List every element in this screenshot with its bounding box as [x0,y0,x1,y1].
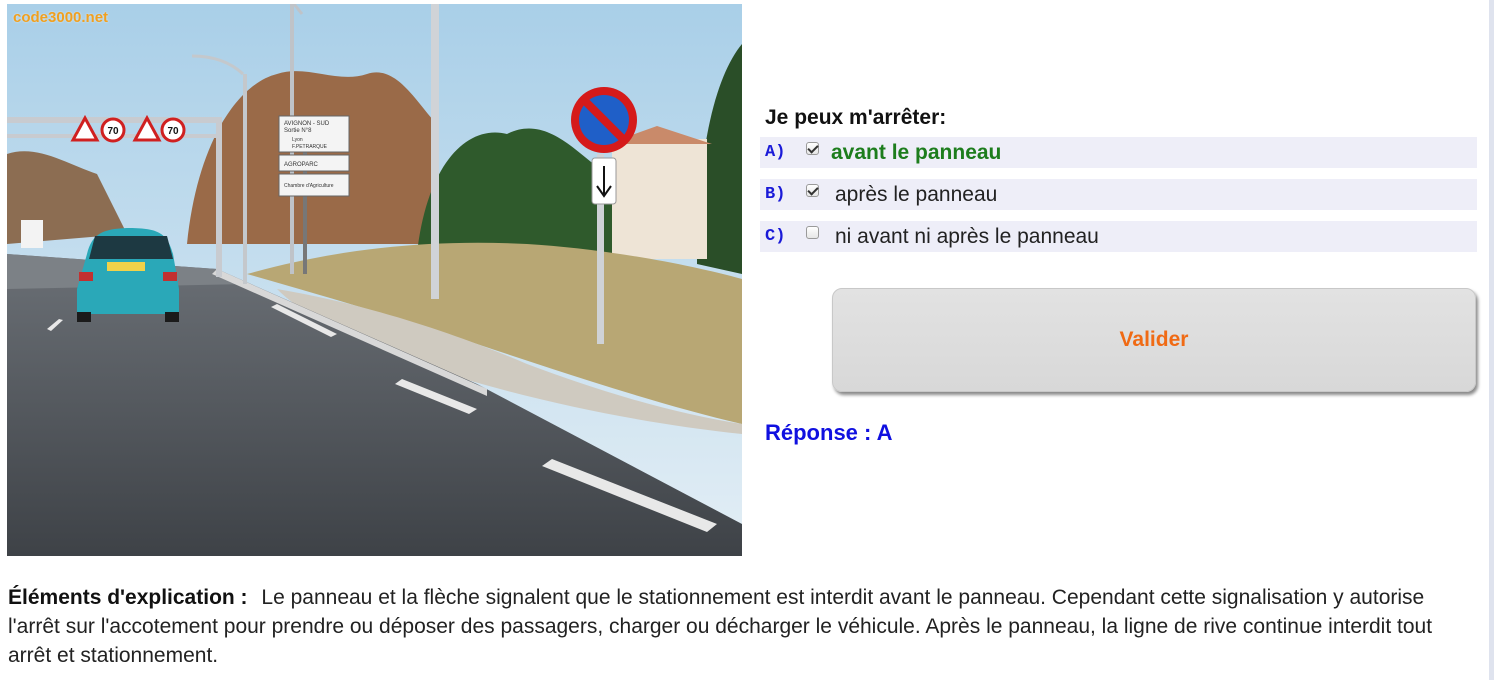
question-photo: 70 70 AVIGNON - SUD Sortie N°8 Lyon F.PE… [7,4,742,556]
question-text: Je peux m'arrêter: [765,106,947,129]
answer-checkbox-c[interactable] [806,226,819,239]
speed-sign-2-text: 70 [167,126,179,137]
direction-sign-line-5: AGROPARC [284,162,319,168]
answer-label: après le panneau [835,182,998,206]
direction-sign-line-1: AVIGNON - SUD [284,121,330,127]
answer-option-c[interactable]: C) ni avant ni après le panneau [760,221,1477,252]
validate-button[interactable]: Valider [832,288,1476,392]
explanation-title: Éléments d'explication : [8,586,248,609]
direction-sign-line-3: Lyon [292,137,303,143]
watermark-logo: code3000.net [13,9,109,26]
answer-letter: A) [765,143,786,162]
direction-sign-line-2: Sortie N°8 [284,128,312,134]
answer-checkbox-a[interactable] [806,142,819,155]
direction-sign-line-4: F.PETRARQUE [292,144,328,150]
answer-option-b[interactable]: B) après le panneau [760,179,1477,210]
explanation: Éléments d'explication : Le panneau et l… [8,583,1448,670]
answer-label: ni avant ni après le panneau [835,224,1099,248]
answer-list: A) avant le panneau B) après le panneau … [760,137,1477,263]
answer-label: avant le panneau [831,140,1002,164]
answer-letter: B) [765,185,786,204]
answer-checkbox-b[interactable] [806,184,819,197]
direction-sign-line-6: Chambre d'Agriculture [284,183,334,189]
answer-letter: C) [765,227,786,246]
speed-sign-1-text: 70 [107,126,119,137]
answer-option-a[interactable]: A) avant le panneau [760,137,1477,168]
answer-result: Réponse : A [765,420,893,445]
right-edge [1489,0,1494,680]
